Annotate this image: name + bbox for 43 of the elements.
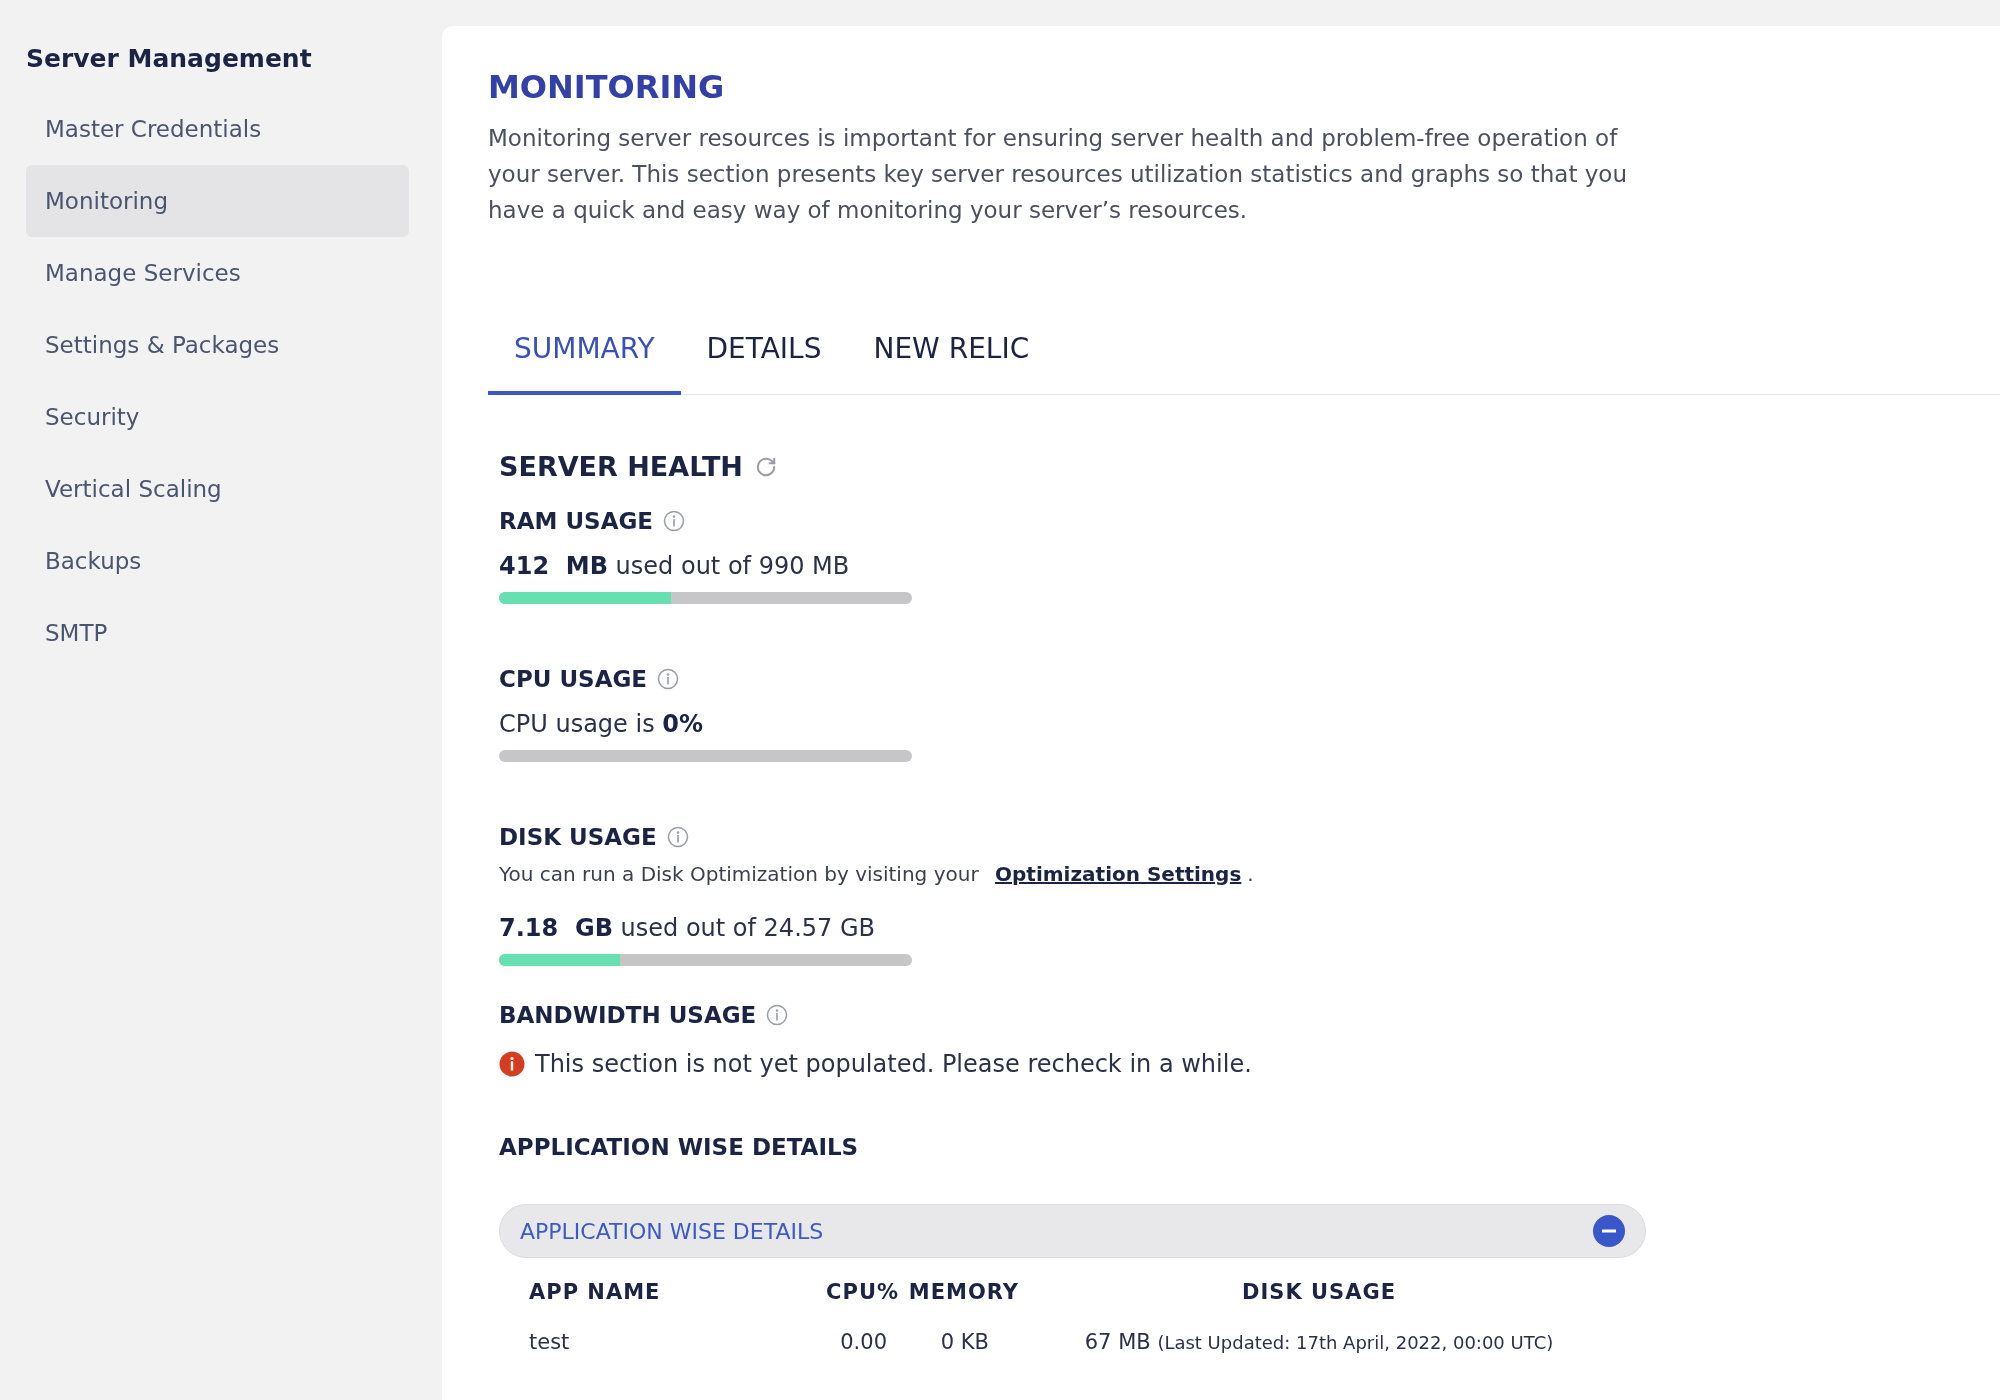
usage-reading: CPU usage is 0% (499, 710, 705, 738)
sidebar-item[interactable]: Security (26, 381, 409, 453)
usage-reading: 412 MB used out of 990 MB (499, 552, 851, 580)
info-icon (666, 826, 689, 848)
section-heading: APPLICATION WISE DETAILS (499, 1134, 859, 1160)
table-cell-text: 0 KB (939, 1329, 990, 1354)
table-cell-text: 0.00 (839, 1329, 888, 1354)
section-heading: RAM USAGE (499, 508, 654, 534)
collapse-icon[interactable] (1593, 1215, 1625, 1247)
disk-optimization-text: You can run a Disk Optimization by visiting your Optimization Settings . (499, 862, 1255, 886)
server-health-heading: SERVER HEALTH (499, 451, 743, 482)
section-heading: BANDWIDTH USAGE (499, 1002, 757, 1028)
not-populated-message: This section is not yet populated. Please recheck in a while. (535, 1050, 1252, 1078)
column-header: APP NAME (529, 1279, 662, 1304)
sidebar-item[interactable]: SMTP (26, 597, 409, 669)
sidebar-title: Server Management (26, 44, 313, 73)
sidebar-item[interactable]: Manage Services (26, 237, 409, 309)
section-heading: CPU USAGE (499, 666, 648, 692)
section-heading: DISK USAGE (499, 824, 657, 850)
optimization-settings-link[interactable]: Optimization Settings (995, 862, 1242, 886)
info-icon (663, 510, 686, 532)
column-header: DISK USAGE (1241, 1279, 1397, 1304)
accordion-header[interactable]: APPLICATION WISE DETAILS (499, 1204, 1646, 1258)
table-cell-text: test (529, 1329, 571, 1354)
sidebar-item[interactable]: Settings & Packages (26, 309, 409, 381)
info-icon (657, 668, 680, 690)
sidebar-item[interactable]: Master Credentials (26, 93, 409, 165)
sidebar-item[interactable]: Monitoring (26, 165, 409, 237)
page-title: MONITORING (488, 68, 726, 106)
info-icon (766, 1004, 789, 1026)
page-description: Monitoring server resources is important for ensuring server health and problem-free operation of your server. This section presents key server resources utilization statistics and graphs so that you have a quick and easy way of monitoring your server’s resources. (488, 124, 1628, 225)
sidebar-item[interactable]: Vertical Scaling (26, 453, 409, 525)
tab[interactable]: SUMMARY (488, 332, 681, 395)
alert-icon (499, 1051, 525, 1077)
column-header: MEMORY (907, 1279, 1019, 1304)
refresh-icon[interactable] (754, 455, 777, 478)
usage-reading: 7.18 GB used out of 24.57 GB (499, 914, 876, 942)
tab[interactable]: NEW RELIC (847, 332, 1056, 395)
sidebar-item[interactable]: Backups (26, 525, 409, 597)
accordion-title: APPLICATION WISE DETAILS (520, 1218, 824, 1244)
table-cell-text: 67 MB (Last Updated: 17th April, 2022, 00:00 UTC) (1083, 1329, 1555, 1354)
column-header: CPU% (825, 1279, 899, 1304)
tab[interactable]: DETAILS (680, 332, 848, 395)
